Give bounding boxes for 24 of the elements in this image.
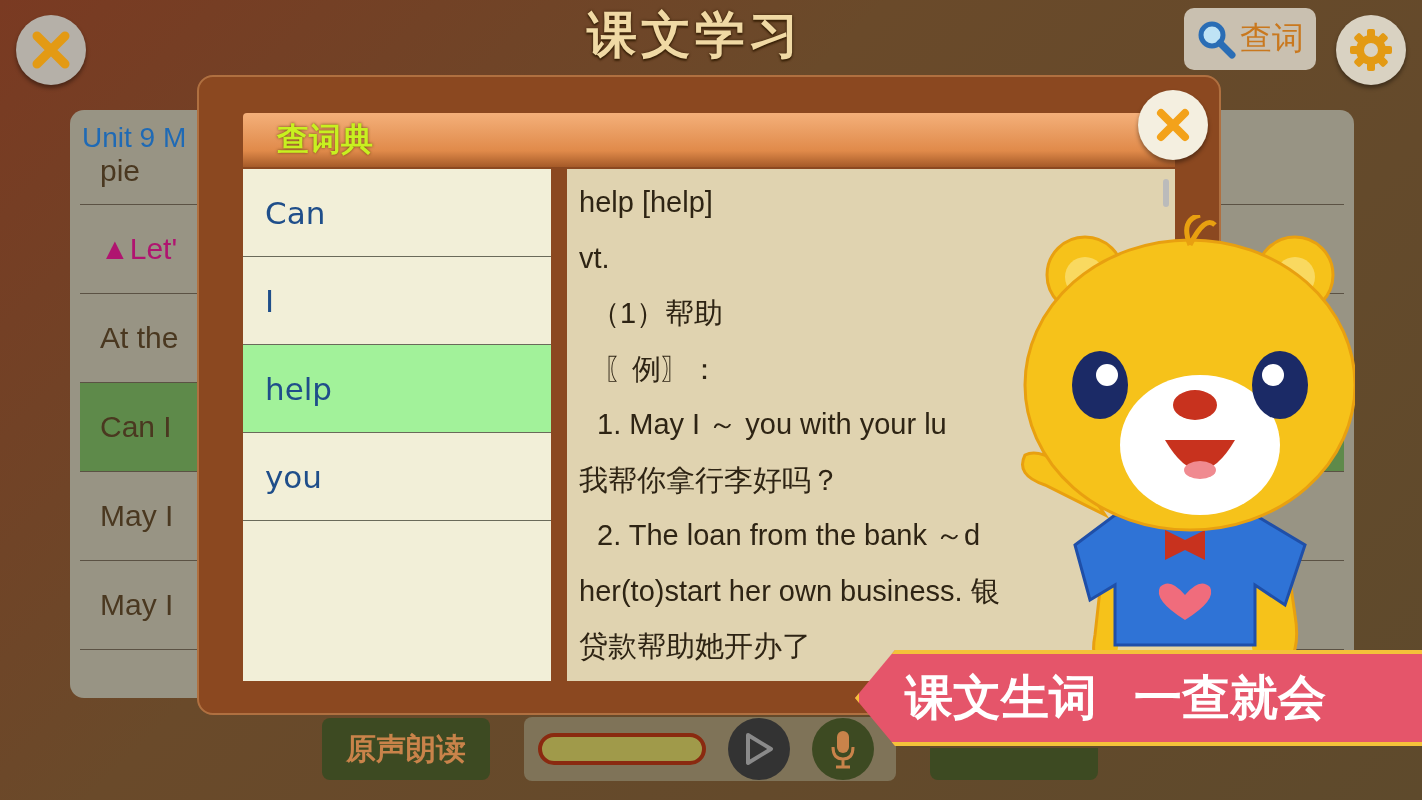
definition-line: vt. [579, 240, 611, 276]
definition-line: her(to)start her own business. 银 [579, 573, 1001, 609]
definition-line: （1）帮助 [590, 296, 725, 331]
definition-line: 贷款帮助她开办了 [579, 629, 812, 664]
definition-line: 1. May I ～ you with your lu [596, 407, 948, 442]
close-button[interactable] [16, 15, 86, 85]
definition-line: 〖例〗： [602, 351, 720, 387]
scrollbar [1163, 179, 1169, 207]
dialog-title: 查词典 [277, 119, 373, 160]
microphone-icon [830, 729, 856, 769]
definition-line: 我帮你拿行李好吗？ [579, 462, 841, 498]
unit-heading: Unit 9 M [82, 122, 187, 154]
word-item[interactable]: you [243, 433, 551, 521]
word-item[interactable]: Can [243, 169, 551, 257]
settings-icon [1347, 26, 1395, 74]
record-button[interactable] [812, 718, 874, 780]
search-icon [1196, 19, 1236, 59]
definition-line: 2. The loan from the bank ～d [596, 518, 982, 553]
settings-button[interactable] [1336, 15, 1406, 85]
definition-line: help [help] [579, 185, 714, 220]
page-title: 课文学习 [585, 4, 804, 66]
play-icon [744, 732, 774, 766]
banner-text: 课文生词 一查就会 [905, 668, 1326, 727]
word-item[interactable]: help [243, 345, 551, 433]
